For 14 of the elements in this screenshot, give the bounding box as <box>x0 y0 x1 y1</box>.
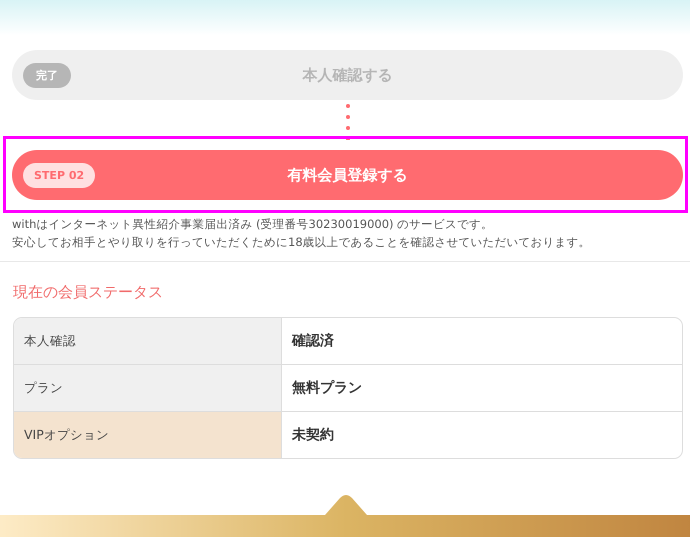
notice-text: withはインターネット異性紹介事業届出済み (受理番号30230019000) のサービスです。 <box>12 216 494 233</box>
step-badge: 完了 <box>23 63 71 88</box>
value-cell-text: 確認済 <box>290 332 335 351</box>
value-cell-text: 未契約 <box>290 426 335 445</box>
dotted-connector <box>346 104 350 140</box>
step-button[interactable]: STEP 02 有料会員登録する <box>12 150 683 200</box>
label-cell: プラン <box>14 365 282 411</box>
label-cell: VIPオプション <box>14 412 282 458</box>
step-badge: STEP 02 <box>23 163 96 188</box>
section-heading: 現在の会員ステータス <box>12 282 164 302</box>
notice-text: 安心してお相手とやり取りを行っていただくために18歳以上であることを確認させていただいております。 <box>12 234 592 251</box>
step-button[interactable]: 完了 本人確認する <box>12 50 683 100</box>
label-cell: 本人確認 <box>14 318 282 364</box>
value-cell-text: 無料プラン <box>291 379 363 398</box>
